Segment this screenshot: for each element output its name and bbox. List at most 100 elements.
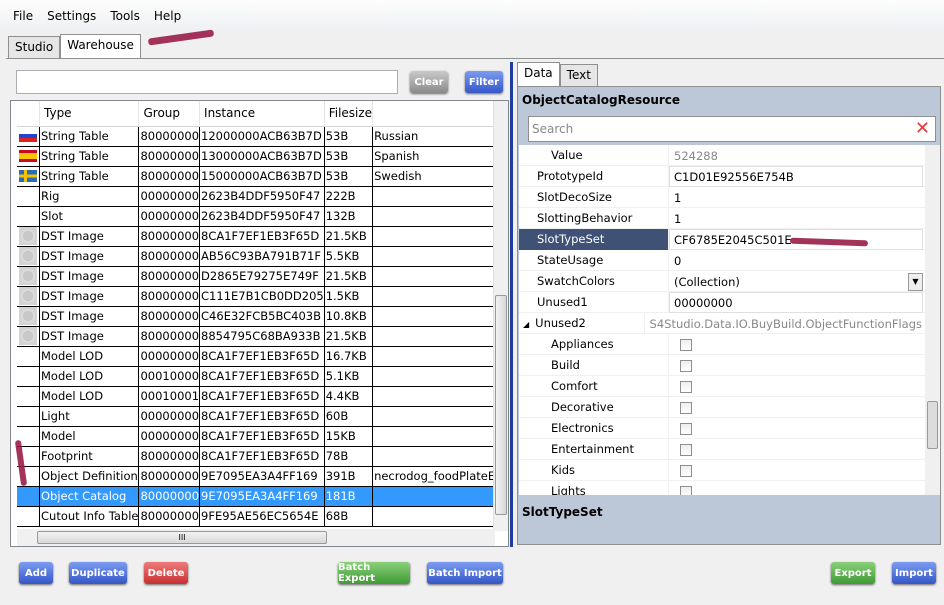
- flag-checkbox[interactable]: [680, 338, 692, 351]
- property-row[interactable]: Value 524288: [519, 145, 940, 166]
- scroll-thumb[interactable]: [495, 295, 507, 515]
- scroll-thumb[interactable]: III: [37, 531, 327, 544]
- table-row[interactable]: DST Image 80000000 D2865E79275E749F 21.5…: [17, 265, 508, 287]
- cell-instance: 15000000ACB63B7D: [199, 165, 325, 187]
- batch-export-button[interactable]: Batch Export: [338, 562, 410, 584]
- property-row[interactable]: PrototypeId C1D01E92556E754B: [519, 165, 940, 187]
- cell-name: [372, 405, 508, 427]
- flag-row[interactable]: Comfort: [519, 375, 940, 397]
- property-row[interactable]: SwatchColors (Collection) ▼: [519, 270, 940, 292]
- cell-name: [372, 185, 508, 207]
- cell-filesize: 10.8KB: [324, 305, 374, 327]
- property-value[interactable]: 1: [669, 208, 923, 229]
- flag-row[interactable]: Appliances: [519, 333, 940, 355]
- table-row[interactable]: String Table 80000000 15000000ACB63B7D 5…: [17, 165, 508, 187]
- table-row[interactable]: Model LOD 00010000 8CA1F7EF1EB3F65D 5.1K…: [17, 365, 508, 387]
- table-row[interactable]: DST Image 80000000 C111E7B1CB0DD205 1.5K…: [17, 285, 508, 307]
- tab-warehouse[interactable]: Warehouse: [60, 34, 141, 58]
- menu-help[interactable]: Help: [147, 9, 188, 23]
- property-value-text: S4Studio.Data.IO.BuyBuild.ObjectFunction…: [649, 316, 922, 331]
- table-row[interactable]: String Table 80000000 12000000ACB63B7D 5…: [17, 125, 508, 147]
- collapse-triangle-icon[interactable]: ◢: [523, 320, 529, 329]
- table-row[interactable]: Slot 00000000 2623B4DDF5950F47 132B: [17, 205, 508, 227]
- dropdown-arrow-icon[interactable]: ▼: [908, 272, 923, 291]
- horizontal-scrollbar[interactable]: III: [17, 529, 495, 546]
- menu-settings[interactable]: Settings: [40, 9, 103, 23]
- column-header-type[interactable]: Type: [39, 101, 140, 127]
- property-row[interactable]: SlotDecoSize 1: [519, 186, 940, 208]
- batch-import-button[interactable]: Batch Import: [427, 562, 503, 584]
- property-name-label: SlotTypeSet: [537, 231, 605, 246]
- clear-button[interactable]: Clear: [410, 71, 448, 93]
- flag-checkbox[interactable]: [680, 401, 692, 414]
- icon-column-header[interactable]: [17, 101, 40, 127]
- import-button[interactable]: Import: [892, 562, 936, 584]
- filter-button[interactable]: Filter: [465, 71, 503, 93]
- add-button[interactable]: Add: [19, 562, 53, 584]
- table-row[interactable]: Footprint 80000000 8CA1F7EF1EB3F65D 78B: [17, 445, 508, 467]
- property-row[interactable]: ◢ Unused2 S4Studio.Data.IO.BuyBuild.Objec…: [519, 312, 940, 334]
- property-value[interactable]: 524288: [669, 145, 923, 166]
- table-row[interactable]: String Table 80000000 13000000ACB63B7D 5…: [17, 145, 508, 167]
- tab-text[interactable]: Text: [559, 64, 598, 86]
- column-header-name[interactable]: [372, 101, 508, 127]
- row-icon: [17, 205, 40, 227]
- property-value[interactable]: (Collection) ▼: [669, 271, 923, 292]
- property-row[interactable]: Unused1 00000000: [519, 291, 940, 313]
- filter-input[interactable]: [16, 70, 398, 94]
- flag-row[interactable]: Electronics: [519, 417, 940, 439]
- property-value[interactable]: 1: [669, 187, 923, 208]
- column-header-instance[interactable]: Instance: [199, 101, 325, 127]
- column-header-group[interactable]: Group: [138, 101, 201, 127]
- menu-file[interactable]: File: [6, 9, 40, 23]
- property-value[interactable]: C1D01E92556E754B: [669, 165, 923, 187]
- table-row[interactable]: Object Definition 80000000 9E7095EA3A4FF…: [17, 465, 508, 487]
- flag-row[interactable]: Decorative: [519, 396, 940, 418]
- cell-name: [372, 265, 508, 287]
- table-row[interactable]: Light 00000000 8CA1F7EF1EB3F65D 60B: [17, 405, 508, 427]
- flag-checkbox[interactable]: [680, 443, 692, 456]
- table-row[interactable]: DST Image 80000000 AB56C93BA791B71F 5.5K…: [17, 245, 508, 267]
- property-value[interactable]: S4Studio.Data.IO.BuyBuild.ObjectFunction…: [645, 313, 923, 334]
- clear-search-icon[interactable]: ✕: [915, 118, 930, 139]
- property-row[interactable]: SlotTypeSet CF6785E2045C501E: [519, 228, 940, 250]
- property-row[interactable]: SlottingBehavior 1: [519, 207, 940, 229]
- duplicate-button[interactable]: Duplicate: [69, 562, 127, 584]
- flag-row[interactable]: Kids: [519, 459, 940, 481]
- table-row[interactable]: DST Image 80000000 8CA1F7EF1EB3F65D 21.5…: [17, 225, 508, 247]
- flag-row[interactable]: Build: [519, 354, 940, 376]
- cell-filesize: 60B: [324, 405, 374, 427]
- table-row[interactable]: Object Catalog 80000000 9E7095EA3A4FF169…: [17, 485, 508, 507]
- menu-tools[interactable]: Tools: [103, 9, 147, 23]
- table-row[interactable]: Rig 00000000 2623B4DDF5950F47 222B: [17, 185, 508, 207]
- flag-row[interactable]: Entertainment: [519, 438, 940, 460]
- table-row[interactable]: DST Image 80000000 8854795C68BA933B 21.5…: [17, 325, 508, 347]
- tab-studio[interactable]: Studio: [8, 36, 61, 58]
- tab-data[interactable]: Data: [517, 62, 560, 86]
- vertical-scrollbar[interactable]: [493, 101, 508, 531]
- column-header-filesize[interactable]: Filesize: [324, 101, 374, 127]
- table-row[interactable]: Model LOD 00000000 8CA1F7EF1EB3F65D 16.7…: [17, 345, 508, 367]
- property-search-input[interactable]: Search ✕: [528, 116, 936, 142]
- cell-group: 80000000: [138, 225, 201, 247]
- table-row[interactable]: Model LOD 00010001 8CA1F7EF1EB3F65D 4.4K…: [17, 385, 508, 407]
- table-row[interactable]: Model 00000000 8CA1F7EF1EB3F65D 15KB: [17, 425, 508, 447]
- flag-checkbox[interactable]: [680, 485, 692, 495]
- flag-value: [669, 376, 923, 397]
- vertical-scrollbar[interactable]: [925, 145, 940, 495]
- export-button[interactable]: Export: [831, 562, 875, 584]
- flag-checkbox[interactable]: [680, 464, 692, 477]
- delete-button[interactable]: Delete: [144, 562, 188, 584]
- table-row[interactable]: DST Image 80000000 C46E32FCB5BC403B 10.8…: [17, 305, 508, 327]
- cell-instance: 13000000ACB63B7D: [199, 145, 325, 167]
- flag-checkbox[interactable]: [680, 422, 692, 435]
- property-value[interactable]: 00000000: [669, 291, 923, 313]
- property-value[interactable]: 0: [669, 250, 923, 271]
- flag-row[interactable]: Lights: [519, 480, 940, 495]
- scroll-thumb[interactable]: [927, 401, 938, 449]
- flag-checkbox[interactable]: [680, 359, 692, 372]
- table-row[interactable]: Cutout Info Table 80000000 9FE95AE56EC56…: [17, 505, 508, 527]
- property-row[interactable]: StateUsage 0: [519, 249, 940, 271]
- flag-checkbox[interactable]: [680, 380, 692, 393]
- splitter[interactable]: [510, 62, 513, 547]
